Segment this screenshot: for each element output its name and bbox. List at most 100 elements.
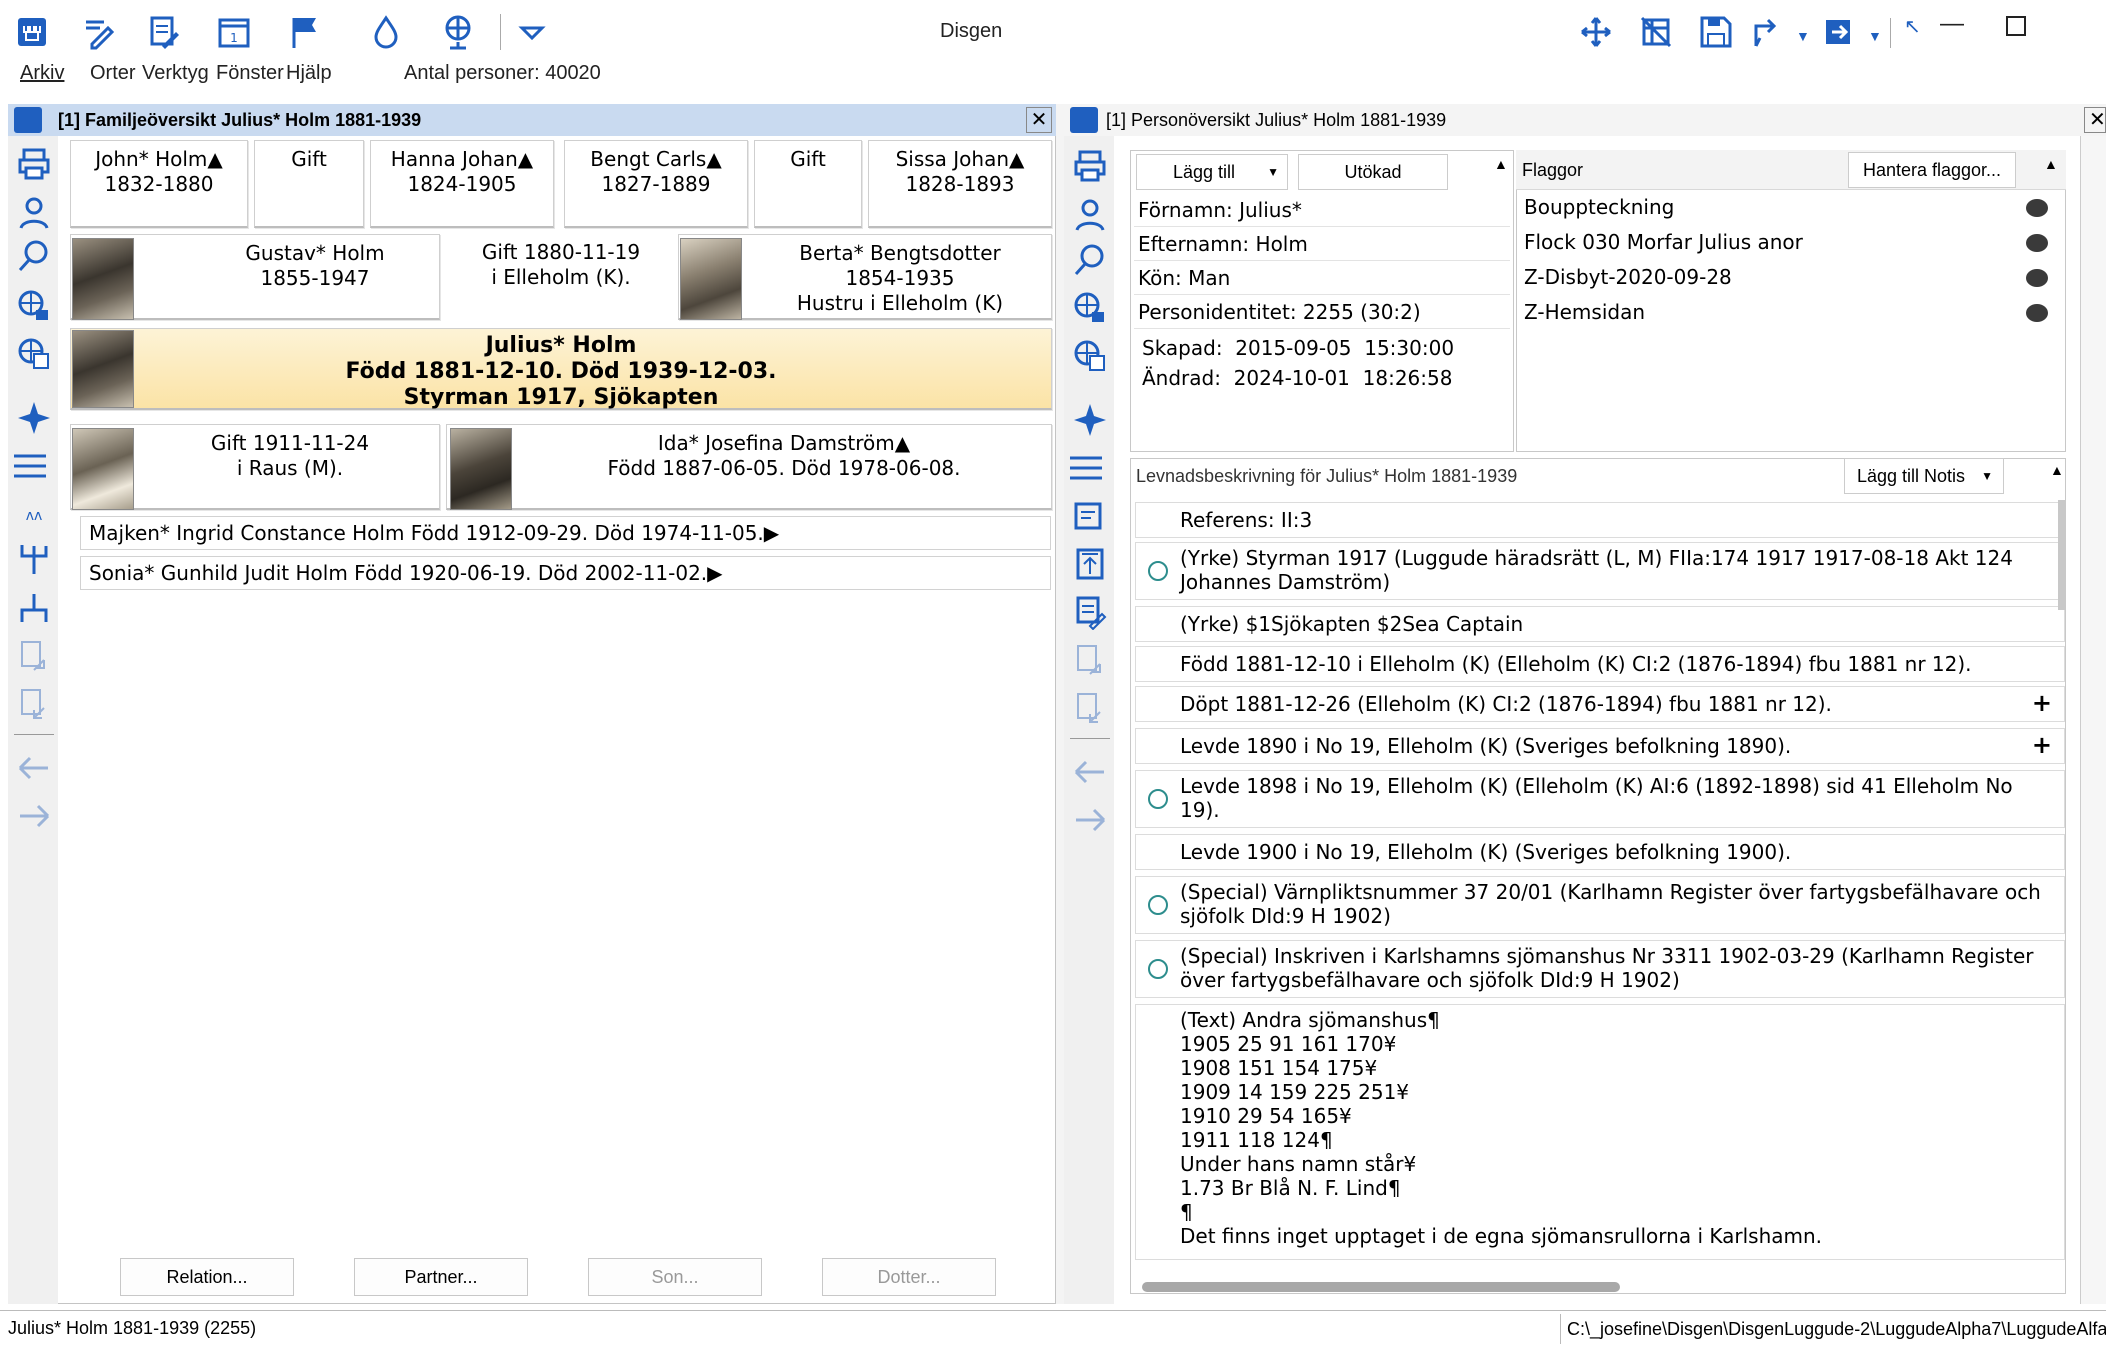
main-person-box[interactable]: Julius* Holm Född 1881-12-10. Död 1939-1… [70, 328, 1052, 410]
note-list-icon[interactable] [1070, 496, 1110, 536]
flag-toggle-icon[interactable] [2026, 234, 2048, 252]
event-row[interactable]: (Yrke) $1Sjökapten $2Sea Captain [1135, 606, 2065, 642]
mother-photo[interactable] [680, 238, 742, 320]
restore-small-icon[interactable]: ↖ [1904, 14, 1921, 39]
grandparents-paternal-marriage[interactable]: Gift [254, 140, 364, 228]
globe-icon[interactable] [436, 10, 480, 54]
calendar-icon[interactable]: 1 [212, 10, 256, 54]
globe-search-icon[interactable] [1070, 288, 1110, 328]
event-row[interactable]: (Special) Inskriven i Karlshamns sjömans… [1135, 940, 2065, 998]
edit-document-icon[interactable] [142, 10, 186, 54]
event-row[interactable]: Levde 1900 i No 19, Elleholm (K) (Sverig… [1135, 834, 2065, 870]
splitter[interactable] [1056, 104, 1064, 1304]
save-icon[interactable] [1694, 10, 1738, 54]
source-icon[interactable] [1148, 561, 1168, 581]
close-family-panel-icon[interactable]: ✕ [1026, 107, 1052, 133]
menu-arkiv[interactable]: Arkiv [20, 62, 64, 85]
grandfather-maternal[interactable]: Bengt Carls▲ 1827-1889 [564, 140, 748, 228]
toolbar-dropdown-icon[interactable] [510, 10, 554, 54]
flag-item[interactable]: Z-Disbyt-2020-09-28 [1520, 260, 2060, 294]
document-edit-icon[interactable] [1070, 592, 1110, 632]
collapsed-side-panel[interactable] [2080, 136, 2106, 1304]
field-person-id[interactable]: Personidentitet: 2255 (30:2) [1134, 296, 1510, 329]
field-firstname[interactable]: Förnamn: Julius* [1134, 194, 1510, 227]
flag-item[interactable]: Flock 030 Morfar Julius anor [1520, 225, 2060, 259]
spouse-photo[interactable] [450, 428, 512, 510]
add-tab[interactable]: Lägg till ▼ [1136, 154, 1288, 190]
flag-item[interactable]: Bouppteckning [1520, 190, 2060, 224]
compass-icon[interactable] [14, 398, 54, 438]
print-icon[interactable] [14, 144, 54, 184]
field-gender[interactable]: Kön: Man [1134, 262, 1510, 295]
daughter-button[interactable]: Dotter... [822, 1258, 996, 1296]
flag-item[interactable]: Z-Hemsidan [1520, 295, 2060, 329]
event-row-text-note[interactable]: (Text) Andra sjömanshus¶ 1905 25 91 161 … [1135, 1004, 2065, 1260]
globe-search-icon[interactable] [14, 286, 54, 326]
close-person-panel-icon[interactable]: ✕ [2084, 107, 2106, 133]
extended-tab[interactable]: Utökad [1298, 154, 1448, 190]
source-icon[interactable] [1148, 959, 1168, 979]
flags-scroll-up-icon[interactable]: ▲ [2044, 156, 2058, 172]
exit-icon[interactable] [1816, 10, 1860, 54]
menu-orter[interactable]: Orter [90, 62, 136, 85]
maximize-icon[interactable] [2006, 16, 2026, 36]
expand-plus-icon[interactable]: + [2032, 731, 2052, 759]
main-person-photo[interactable] [72, 330, 134, 408]
flag-icon[interactable] [282, 10, 326, 54]
upload-icon[interactable] [1070, 544, 1110, 584]
ancestors-icon[interactable] [14, 588, 54, 628]
event-row[interactable]: Döpt 1881-12-26 (Elleholm (K) CI:2 (1876… [1135, 686, 2065, 722]
child-row[interactable]: Majken* Ingrid Constance Holm Född 1912-… [80, 516, 1051, 550]
grandmother-maternal[interactable]: Sissa Johan▲ 1828-1893 [868, 140, 1052, 228]
menu-lines-icon[interactable] [1066, 448, 1106, 488]
globe-list-icon[interactable] [14, 334, 54, 374]
expand-plus-icon[interactable]: + [2032, 689, 2052, 717]
add-note-button[interactable]: Lägg till Notis ▼ [1844, 458, 2004, 494]
grid-off-icon[interactable] [1634, 10, 1678, 54]
flag-toggle-icon[interactable] [2026, 304, 2048, 322]
edit-places-icon[interactable] [76, 10, 120, 54]
event-row[interactable]: Levde 1890 i No 19, Elleholm (K) (Sverig… [1135, 728, 2065, 764]
minimize-icon[interactable]: — [1940, 10, 1964, 38]
father-photo[interactable] [72, 238, 134, 320]
event-row[interactable]: Levde 1898 i No 19, Elleholm (K) (Elleho… [1135, 770, 2065, 828]
menu-fonster[interactable]: Fönster [216, 62, 284, 85]
globe-list-icon[interactable] [1070, 336, 1110, 376]
manage-flags-button[interactable]: Hantera flaggor... [1848, 152, 2016, 188]
wedding-photo[interactable] [72, 428, 134, 510]
swap-dropdown-icon[interactable]: ▼ [1796, 28, 1810, 44]
relation-button[interactable]: Relation... [120, 1258, 294, 1296]
event-row[interactable]: (Yrke) Styrman 1917 (Luggude häradsrätt … [1135, 542, 2065, 600]
grandmother-paternal[interactable]: Hanna Johan▲ 1824-1905 [370, 140, 554, 228]
scroll-up-icon[interactable]: ▲ [1494, 156, 1508, 172]
exit-dropdown-icon[interactable]: ▼ [1868, 28, 1882, 44]
back-arrow-icon[interactable] [14, 748, 54, 788]
menu-hjalp[interactable]: Hjälp [286, 62, 332, 85]
partner-button[interactable]: Partner... [354, 1258, 528, 1296]
spouse-box[interactable]: Ida* Josefina Damström▲ Född 1887-06-05.… [446, 424, 1052, 510]
field-lastname[interactable]: Efternamn: Holm [1134, 228, 1510, 261]
source-icon[interactable] [1148, 789, 1168, 809]
flag-toggle-icon[interactable] [2026, 199, 2048, 217]
event-row[interactable]: (Special) Värnpliktsnummer 37 20/01 (Kar… [1135, 876, 2065, 934]
person-icon[interactable] [14, 192, 54, 232]
source-icon[interactable] [1148, 895, 1168, 915]
forward-arrow-icon[interactable] [14, 796, 54, 836]
grandfather-paternal[interactable]: John* Holm▲ 1832-1880 [70, 140, 248, 228]
grandparents-maternal-marriage[interactable]: Gift [754, 140, 862, 228]
app-logo-icon[interactable] [10, 10, 54, 54]
menu-lines-icon[interactable] [10, 446, 50, 486]
descendants-icon[interactable] [14, 540, 54, 580]
parents-marriage[interactable]: Gift 1880-11-19 i Elleholm (K). [444, 234, 678, 320]
event-row[interactable]: Referens: II:3 [1135, 502, 2065, 538]
child-row[interactable]: Sonia* Gunhild Judit Holm Född 1920-06-1… [80, 556, 1051, 590]
forward-arrow-icon[interactable] [1070, 800, 1110, 840]
move-icon[interactable] [1574, 10, 1618, 54]
event-row[interactable]: Född 1881-12-10 i Elleholm (K) (Elleholm… [1135, 646, 2065, 682]
menu-verktyg[interactable]: Verktyg [142, 62, 209, 85]
horizontal-scrollbar-thumb[interactable] [1142, 1282, 1620, 1292]
swap-icon[interactable] [1744, 10, 1788, 54]
bio-scrollbar-thumb[interactable] [2058, 500, 2066, 610]
person-icon[interactable] [1070, 194, 1110, 234]
search-icon[interactable] [1070, 240, 1110, 280]
